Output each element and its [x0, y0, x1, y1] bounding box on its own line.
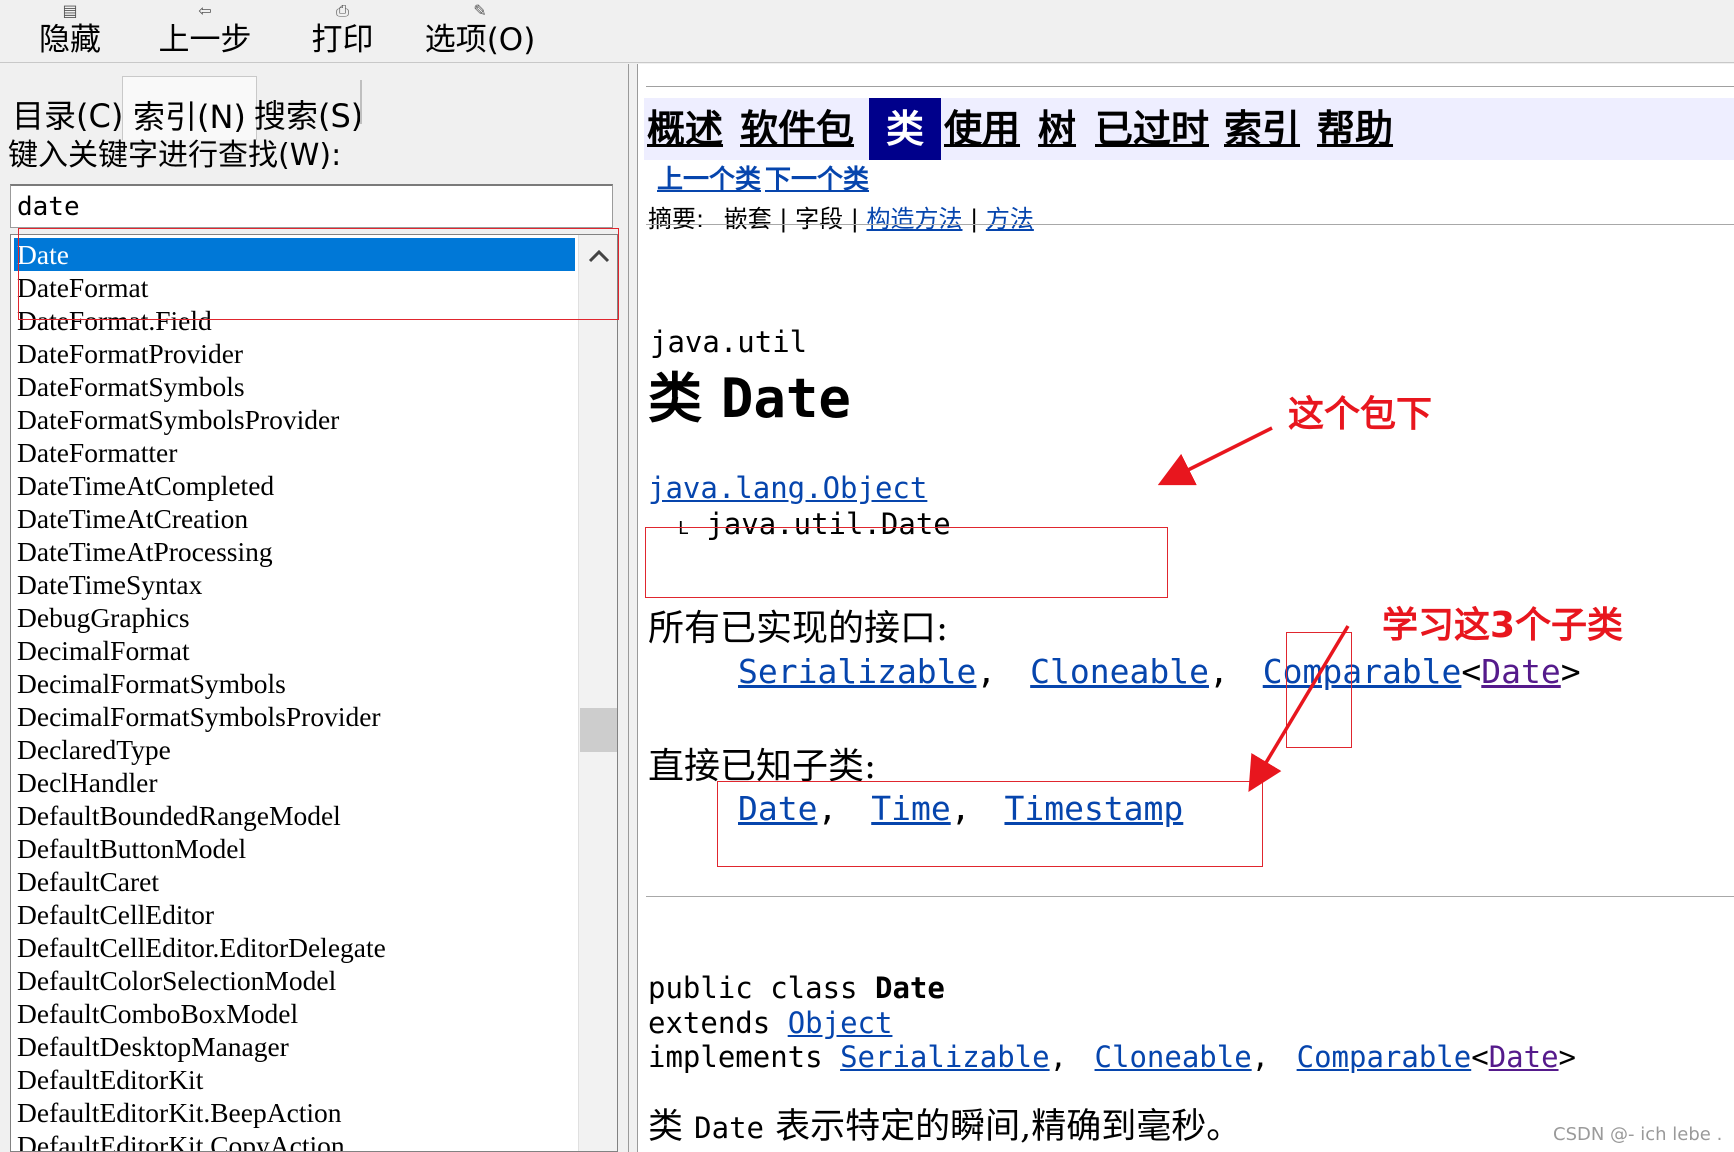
watermark: CSDN @- ich lebe .	[1553, 1124, 1723, 1145]
arrow-to-subclasses	[1248, 625, 1350, 793]
annotation-package-note: 这个包下	[1288, 394, 1433, 435]
annotation-subclass-note: 学习这3个子类	[1382, 605, 1624, 646]
arrow-to-package	[1157, 426, 1273, 486]
annotation-arrows	[1157, 426, 1350, 793]
